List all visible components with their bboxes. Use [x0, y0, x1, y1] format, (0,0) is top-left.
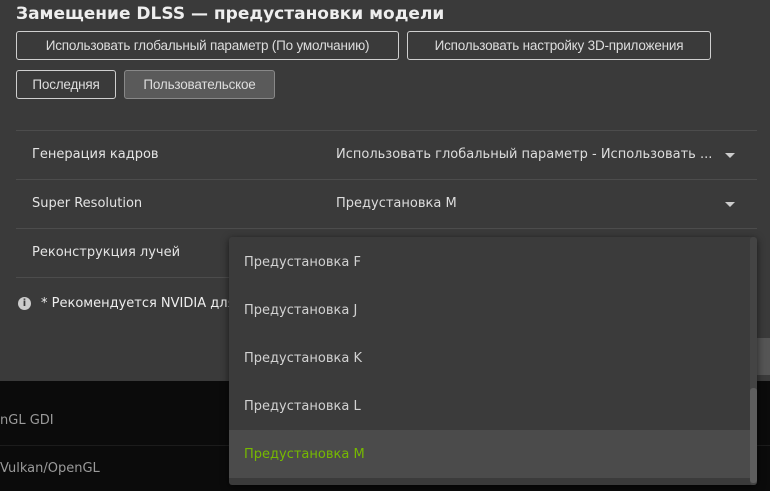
chevron-down-icon[interactable]: [725, 202, 735, 207]
info-icon: i: [18, 297, 31, 310]
latest-button[interactable]: Последняя: [16, 70, 116, 99]
dropdown-option[interactable]: Предустановка L: [229, 382, 750, 430]
button-edge[interactable]: [757, 338, 770, 375]
use-3d-app-button[interactable]: Использовать настройку 3D-приложения: [407, 31, 711, 60]
custom-button[interactable]: Пользовательское: [124, 70, 275, 99]
recommendation-note: * Рекомендуется NVIDIA для: [41, 296, 236, 311]
frame-generation-label: Генерация кадров: [32, 147, 159, 162]
super-resolution-label: Super Resolution: [32, 196, 143, 211]
dropdown-option[interactable]: Предустановка J: [229, 286, 750, 334]
divider: [16, 179, 757, 180]
dropdown-option[interactable]: Предустановка K: [229, 334, 750, 382]
frame-generation-select[interactable]: Использовать глобальный параметр - Испол…: [336, 147, 712, 162]
section-title: Замещение DLSS — предустановки модели: [16, 4, 445, 24]
chevron-down-icon[interactable]: [725, 153, 735, 158]
ray-reconstruction-dropdown[interactable]: Предустановка F Предустановка J Предуста…: [229, 237, 757, 485]
scrollbar-thumb[interactable]: [750, 388, 757, 483]
background-row: nGL GDI: [0, 413, 54, 428]
super-resolution-select[interactable]: Предустановка M: [336, 196, 457, 211]
divider: [16, 228, 757, 229]
ray-reconstruction-label: Реконструкция лучей: [32, 245, 181, 260]
background-row: Vulkan/OpenGL: [0, 461, 100, 476]
divider: [16, 130, 757, 131]
use-global-button[interactable]: Использовать глобальный параметр (По умо…: [16, 31, 399, 60]
dropdown-option[interactable]: Предустановка F: [229, 238, 750, 286]
dropdown-option-selected[interactable]: Предустановка M: [229, 430, 750, 478]
